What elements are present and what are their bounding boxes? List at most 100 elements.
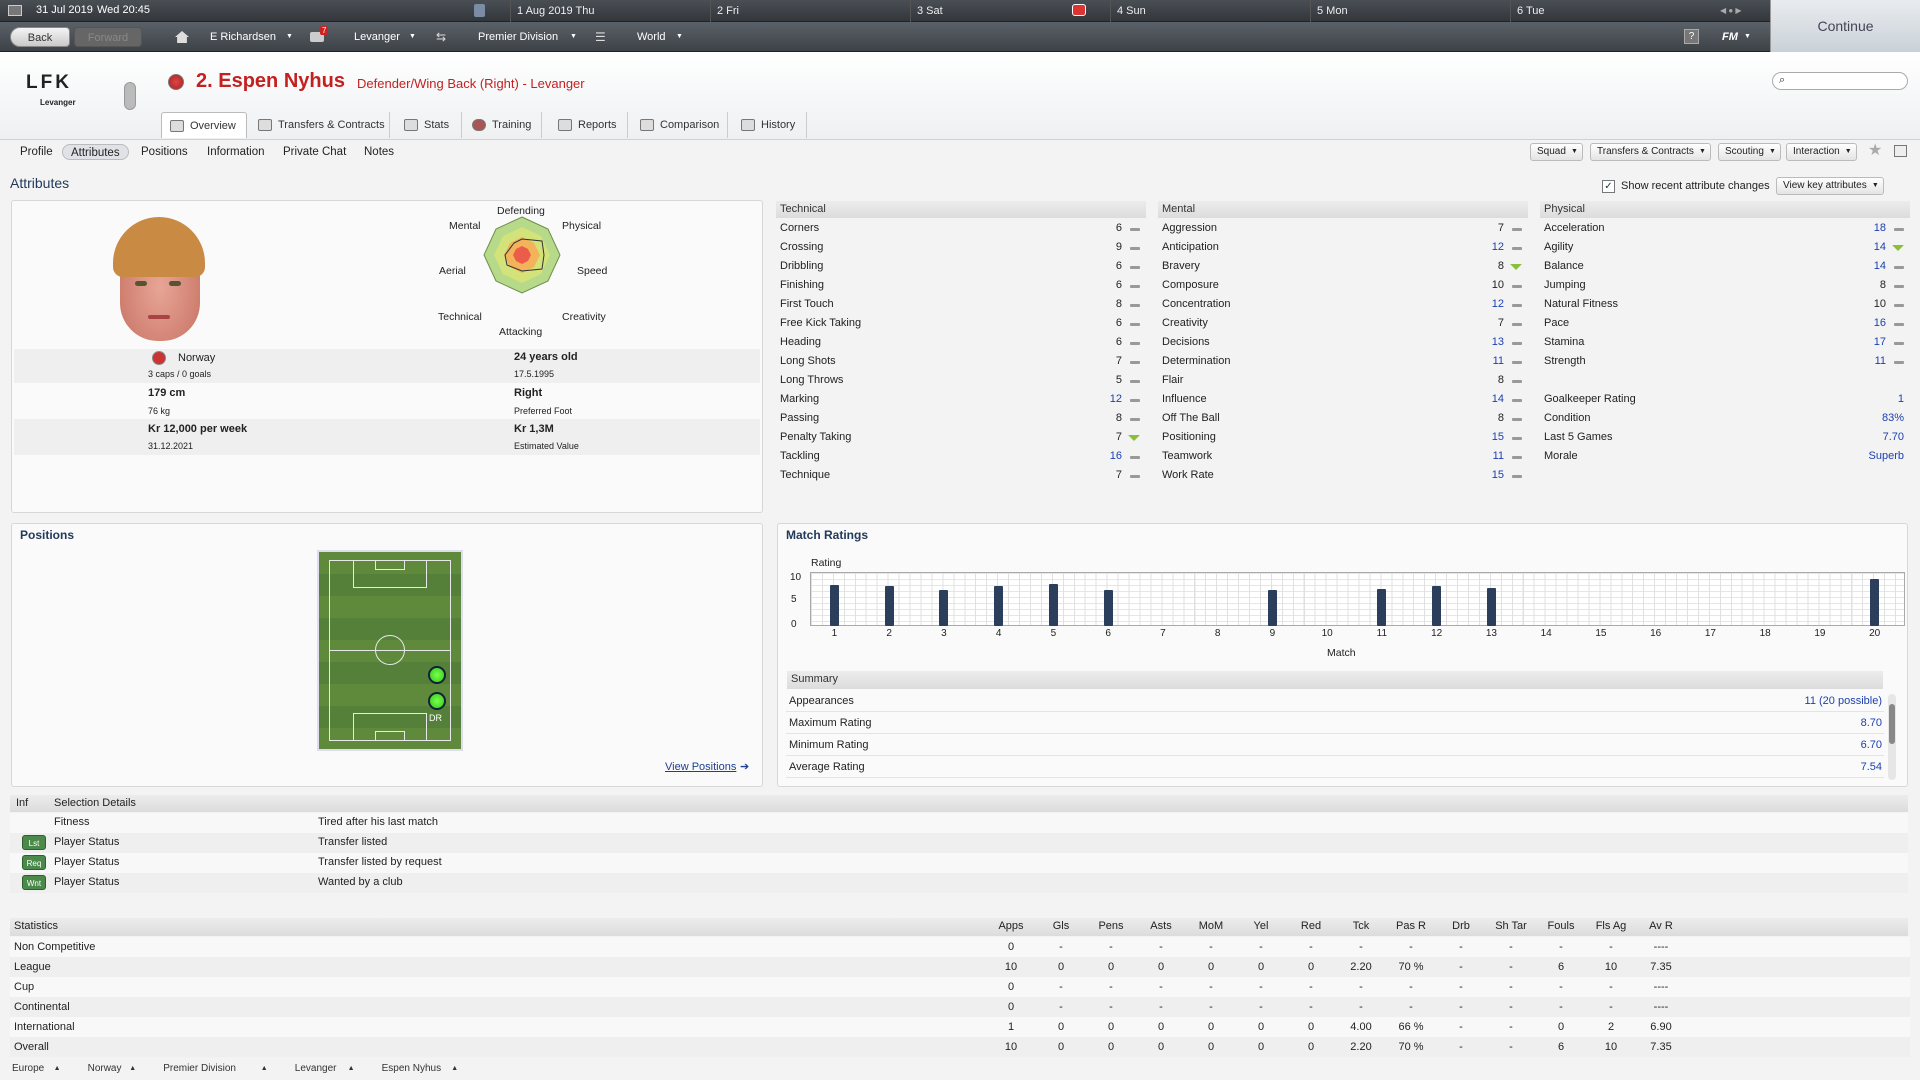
stats-row-league[interactable]: League 10 0 0 0 0 0 0 2.20 70 % - - 6 10 7.35 [10, 957, 1910, 977]
transfers-contracts-dropdown[interactable]: Transfers & Contracts [1590, 143, 1711, 161]
tab-overview[interactable]: Overview [161, 112, 247, 138]
attribute-long-throws[interactable]: Long Throws 5 [776, 371, 1146, 390]
attribute-free-kick-taking[interactable]: Free Kick Taking 6 [776, 314, 1146, 333]
add-note-icon[interactable] [1894, 145, 1907, 157]
bio-nation[interactable]: Norway [178, 352, 215, 364]
star-icon[interactable]: ★ [1868, 140, 1882, 160]
chart-bar-4[interactable] [994, 585, 1004, 626]
attribute-influence[interactable]: Influence 14 [1158, 390, 1528, 409]
stat-header-mom[interactable]: MoM [1186, 920, 1236, 932]
tab-reports[interactable]: Reports [550, 112, 628, 138]
continue-button[interactable]: Continue [1770, 0, 1920, 52]
stat-header-fls-ag[interactable]: Fls Ag [1586, 920, 1636, 932]
tab-stats[interactable]: Stats [396, 112, 462, 138]
chart-bar-20[interactable] [1870, 579, 1880, 626]
stats-row-non-competitive[interactable]: Non Competitive 0- - - - - - - - - - - - ---- [10, 937, 1910, 957]
search-input[interactable]: ⌕ [1772, 72, 1908, 90]
scroll-handle-icon[interactable] [124, 82, 136, 110]
attribute-dribbling[interactable]: Dribbling 6 [776, 257, 1146, 276]
attribute-teamwork[interactable]: Teamwork 11 [1158, 447, 1528, 466]
switch-icon[interactable]: ⇆ [436, 27, 446, 47]
squad-dropdown[interactable]: Squad [1530, 143, 1583, 161]
stat-header-tck[interactable]: Tck [1336, 920, 1386, 932]
attribute-decisions[interactable]: Decisions 13 [1158, 333, 1528, 352]
breadcrumb-item[interactable]: Europe [12, 1062, 44, 1076]
stats-row-continental[interactable]: Continental 0- - - - - - - - - - - - ---- [10, 997, 1910, 1017]
attribute-natural-fitness[interactable]: Natural Fitness 10 [1540, 295, 1910, 314]
tab-comparison[interactable]: Comparison [632, 112, 728, 138]
attribute-bravery[interactable]: Bravery 8 [1158, 257, 1528, 276]
chart-bar-13[interactable] [1486, 588, 1496, 626]
attribute-acceleration[interactable]: Acceleration 18 [1540, 219, 1910, 238]
attribute-flair[interactable]: Flair 8 [1158, 371, 1528, 390]
calendar-scroll-icon[interactable]: ◀ ● ▶ [1720, 6, 1764, 16]
view-positions-link[interactable]: View Positions [665, 761, 736, 773]
match-icon[interactable] [474, 4, 485, 17]
attribute-pace[interactable]: Pace 16 [1540, 314, 1910, 333]
stat-header-av-r[interactable]: Av R [1636, 920, 1686, 932]
stats-row-overall[interactable]: Overall 10 0 0 0 0 0 0 2.20 70 % - - 6 10 7.35 [10, 1037, 1910, 1057]
attribute-jumping[interactable]: Jumping 8 [1540, 276, 1910, 295]
attribute-agility[interactable]: Agility 14 [1540, 238, 1910, 257]
stat-header-fouls[interactable]: Fouls [1536, 920, 1586, 932]
stat-header-asts[interactable]: Asts [1136, 920, 1186, 932]
attribute-off-the-ball[interactable]: Off The Ball 8 [1158, 409, 1528, 428]
breadcrumb-item[interactable]: Norway [88, 1062, 122, 1076]
stat-header-sh-tar[interactable]: Sh Tar [1486, 920, 1536, 932]
attribute-composure[interactable]: Composure 10 [1158, 276, 1528, 295]
subnav-attributes[interactable]: Attributes [62, 144, 129, 160]
breadcrumb-item[interactable]: Espen Nyhus [382, 1062, 441, 1076]
tab-history[interactable]: History [733, 112, 807, 138]
show-recent-label[interactable]: Show recent attribute changes [1621, 180, 1770, 192]
stat-header-pas-r[interactable]: Pas R [1386, 920, 1436, 932]
attribute-penalty-taking[interactable]: Penalty Taking 7 [776, 428, 1146, 447]
calendar-day-2[interactable]: 2 Fri [710, 0, 910, 22]
attribute-balance[interactable]: Balance 14 [1540, 257, 1910, 276]
chart-bar-9[interactable] [1267, 590, 1277, 626]
attribute-concentration[interactable]: Concentration 12 [1158, 295, 1528, 314]
attribute-marking[interactable]: Marking 12 [776, 390, 1146, 409]
attribute-strength[interactable]: Strength 11 [1540, 352, 1910, 371]
attribute-work-rate[interactable]: Work Rate 15 [1158, 466, 1528, 485]
attribute-stamina[interactable]: Stamina 17 [1540, 333, 1910, 352]
breadcrumb-item[interactable]: Levanger [295, 1062, 337, 1076]
position-marker-dr[interactable] [428, 692, 446, 710]
chart-bar-1[interactable] [829, 584, 839, 626]
attribute-long-shots[interactable]: Long Shots 7 [776, 352, 1146, 371]
stats-row-cup[interactable]: Cup 0- - - - - - - - - - - - ---- [10, 977, 1910, 997]
subnav-private-chat[interactable]: Private Chat [283, 144, 346, 160]
attribute-corners[interactable]: Corners 6 [776, 219, 1146, 238]
stat-header-pens[interactable]: Pens [1086, 920, 1136, 932]
world-menu[interactable]: World [637, 27, 666, 47]
list-icon[interactable]: ☰ [595, 27, 606, 47]
division-menu[interactable]: Premier Division [478, 27, 558, 47]
attribute-first-touch[interactable]: First Touch 8 [776, 295, 1146, 314]
chart-bar-5[interactable] [1048, 584, 1058, 626]
attribute-creativity[interactable]: Creativity 7 [1158, 314, 1528, 333]
breadcrumb-item[interactable]: Premier Division [163, 1062, 236, 1076]
attribute-anticipation[interactable]: Anticipation 12 [1158, 238, 1528, 257]
chart-bar-12[interactable] [1432, 585, 1442, 626]
stats-row-international[interactable]: International 1 0 0 0 0 0 0 4.00 66 % - - 0 2 6.90 [10, 1017, 1910, 1037]
attribute-passing[interactable]: Passing 8 [776, 409, 1146, 428]
position-marker-wbr[interactable] [428, 666, 446, 684]
stat-header-red[interactable]: Red [1286, 920, 1336, 932]
attribute-crossing[interactable]: Crossing 9 [776, 238, 1146, 257]
stat-header-drb[interactable]: Drb [1436, 920, 1486, 932]
manager-menu[interactable]: E Richardsen [210, 27, 276, 47]
view-key-attributes-button[interactable]: View key attributes [1776, 177, 1884, 195]
subnav-notes[interactable]: Notes [364, 144, 394, 160]
subnav-information[interactable]: Information [207, 144, 265, 160]
stat-header-statistics[interactable]: Statistics [14, 920, 58, 932]
chart-bar-2[interactable] [884, 585, 894, 626]
chart-bar-11[interactable] [1377, 589, 1387, 626]
home-icon[interactable] [175, 31, 189, 43]
help-icon[interactable]: ? [1684, 29, 1699, 44]
chart-bar-6[interactable] [1103, 590, 1113, 626]
calendar-day-6[interactable]: 6 Tue [1510, 0, 1710, 22]
calendar-day-5[interactable]: 5 Mon [1310, 0, 1510, 22]
show-recent-checkbox[interactable]: ✓ [1602, 180, 1615, 193]
club-menu[interactable]: Levanger [354, 27, 400, 47]
subnav-profile[interactable]: Profile [20, 144, 53, 160]
fm-menu[interactable]: FM [1722, 27, 1738, 47]
